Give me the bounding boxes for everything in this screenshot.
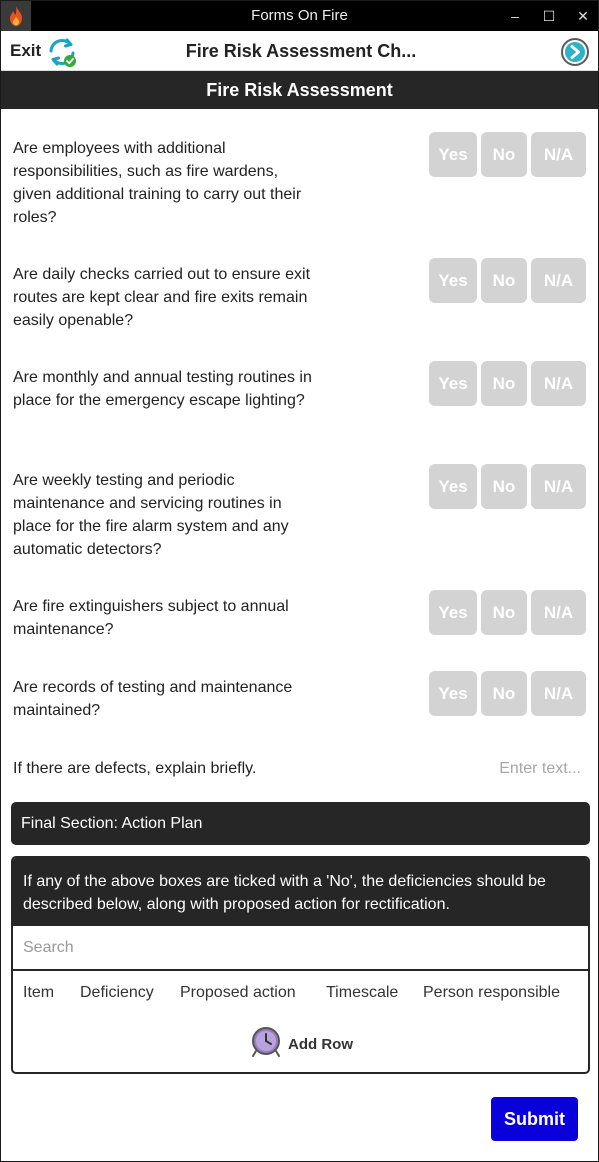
- submit-button[interactable]: Submit: [491, 1097, 578, 1141]
- minimize-icon: –: [511, 8, 519, 24]
- exit-button[interactable]: Exit: [10, 31, 41, 71]
- action-plan-table: If any of the above boxes are ticked wit…: [11, 856, 590, 1074]
- na-button[interactable]: N/A: [531, 590, 586, 635]
- na-button[interactable]: N/A: [531, 132, 586, 177]
- column-header-deficiency: Deficiency: [80, 984, 154, 1001]
- add-row-label: Add Row: [288, 1035, 353, 1053]
- no-button[interactable]: No: [481, 361, 527, 406]
- question-text: Are fire extinguishers subject to annual…: [13, 598, 289, 638]
- clock-icon: [250, 1026, 282, 1062]
- sync-icon[interactable]: [46, 36, 78, 68]
- no-button[interactable]: No: [481, 671, 527, 716]
- question-text: Are records of testing and maintenance m…: [13, 679, 293, 719]
- answer-group: Yes No N/A: [429, 464, 586, 509]
- yes-button[interactable]: Yes: [429, 671, 477, 716]
- minimize-button[interactable]: –: [498, 1, 532, 31]
- maximize-button[interactable]: ☐: [532, 1, 566, 31]
- no-button[interactable]: No: [481, 464, 527, 509]
- search-input[interactable]: [13, 926, 588, 971]
- answer-group: Yes No N/A: [429, 258, 586, 303]
- column-header-timescale: Timescale: [326, 984, 399, 1001]
- na-button[interactable]: N/A: [531, 258, 586, 303]
- answer-group: Yes No N/A: [429, 132, 586, 177]
- no-button[interactable]: No: [481, 132, 527, 177]
- app-bar: Exit Fire Risk Assessment Ch...: [1, 31, 598, 71]
- final-section-header: Final Section: Action Plan: [11, 802, 590, 845]
- column-header-item: Item: [23, 984, 55, 1001]
- defects-label: If there are defects, explain briefly.: [13, 760, 257, 777]
- answer-group: Yes No N/A: [429, 671, 586, 716]
- next-arrow-icon[interactable]: [560, 37, 590, 67]
- na-button[interactable]: N/A: [531, 464, 586, 509]
- action-plan-description: If any of the above boxes are ticked wit…: [13, 858, 588, 926]
- column-header-proposed-action: Proposed action: [180, 984, 296, 1001]
- yes-button[interactable]: Yes: [429, 132, 477, 177]
- na-button[interactable]: N/A: [531, 361, 586, 406]
- question-text: Are employees with additional responsibi…: [13, 140, 302, 226]
- column-header-person-responsible: Person responsible: [423, 984, 560, 1001]
- yes-button[interactable]: Yes: [429, 464, 477, 509]
- question-text: Are daily checks carried out to ensure e…: [13, 266, 311, 329]
- form-title: Fire Risk Assessment Ch...: [185, 41, 417, 61]
- title-bar: Forms On Fire – ☐ ✕: [1, 1, 598, 31]
- maximize-icon: ☐: [542, 7, 556, 24]
- add-row-button[interactable]: Add Row: [250, 1026, 353, 1062]
- question-text: Are monthly and annual testing routines …: [13, 369, 312, 409]
- section-header: Fire Risk Assessment: [1, 71, 598, 109]
- answer-group: Yes No N/A: [429, 590, 586, 635]
- defects-input[interactable]: [421, 756, 581, 782]
- yes-button[interactable]: Yes: [429, 258, 477, 303]
- table-header-row: Item Deficiency Proposed action Timescal…: [13, 984, 588, 1008]
- yes-button[interactable]: Yes: [429, 361, 477, 406]
- close-button[interactable]: ✕: [566, 1, 599, 31]
- no-button[interactable]: No: [481, 590, 527, 635]
- yes-button[interactable]: Yes: [429, 590, 477, 635]
- na-button[interactable]: N/A: [531, 671, 586, 716]
- app-window: Forms On Fire – ☐ ✕ Exit Fire Risk Asses…: [0, 0, 599, 1162]
- close-icon: ✕: [577, 7, 589, 24]
- answer-group: Yes No N/A: [429, 361, 586, 406]
- question-text: Are weekly testing and periodic maintena…: [13, 472, 289, 558]
- no-button[interactable]: No: [481, 258, 527, 303]
